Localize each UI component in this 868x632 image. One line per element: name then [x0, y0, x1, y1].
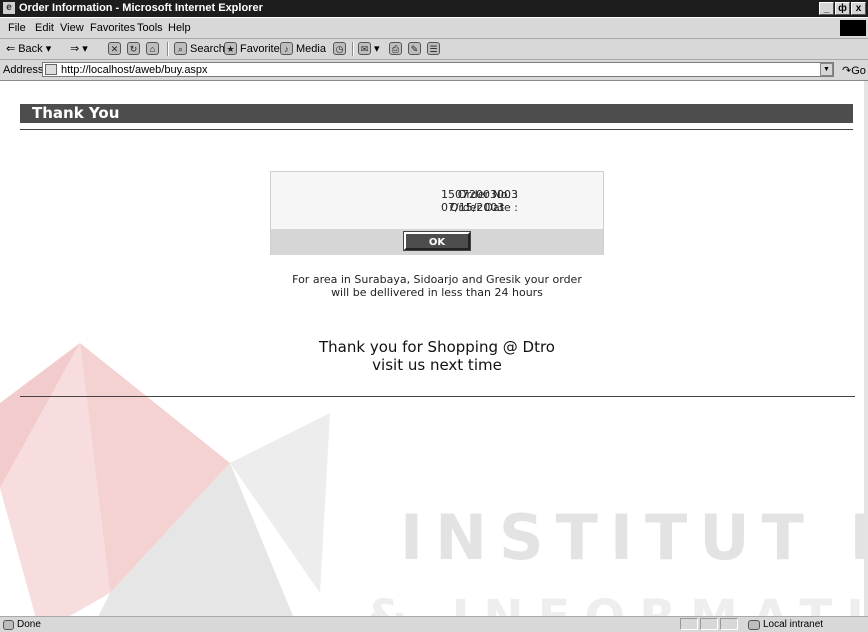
close-button[interactable]: x — [851, 2, 866, 15]
security-zone: Local intranet — [748, 619, 823, 630]
back-button[interactable]: ⇐ Back ▾ — [6, 42, 52, 56]
header-divider — [20, 129, 853, 130]
address-dropdown-icon[interactable]: ▼ — [820, 63, 833, 76]
media-label: Media — [296, 42, 326, 55]
back-dropdown-icon: ▾ — [45, 43, 52, 55]
forward-arrow-icon: ⇒ — [70, 43, 80, 55]
discuss-button[interactable]: ☰ — [427, 42, 440, 55]
address-input[interactable]: http://localhost/aweb/buy.aspx — [42, 62, 834, 77]
address-bar: Address http://localhost/aweb/buy.aspx ▼… — [0, 60, 868, 81]
ok-button[interactable]: OK — [403, 231, 471, 251]
page-icon — [45, 64, 57, 75]
go-label: Go — [851, 65, 866, 77]
minimize-button[interactable]: _ — [819, 2, 834, 15]
delivery-note: For area in Surabaya, Sidoarjo and Gresi… — [0, 273, 868, 299]
back-arrow-icon: ⇐ — [6, 43, 16, 55]
refresh-icon: ↻ — [127, 42, 140, 55]
zone-label: Local intranet — [763, 619, 824, 630]
status-bar: Done Local intranet — [0, 616, 868, 632]
media-icon: ♪ — [280, 42, 293, 55]
menu-edit[interactable]: Edit — [35, 22, 54, 34]
print-button[interactable]: ⎙ — [389, 42, 402, 55]
watermark-text: INSTITUT BISNIS — [400, 501, 868, 574]
vertical-scrollbar[interactable] — [864, 81, 868, 616]
order-panel: Order No. : 15072003003 Order Date : 07/… — [270, 171, 604, 255]
home-icon: ⌂ — [146, 42, 159, 55]
windows-logo-icon — [840, 20, 866, 36]
forward-dropdown-icon: ▾ — [82, 43, 88, 55]
status-pane — [720, 618, 738, 630]
status-pane — [680, 618, 698, 630]
footer-divider — [20, 396, 855, 397]
toolbar-separator — [167, 42, 169, 56]
window-titlebar: e Order Information - Microsoft Internet… — [0, 0, 868, 17]
mail-dropdown-icon: ▾ — [374, 43, 380, 55]
status-done: Done — [3, 619, 41, 630]
back-label: Back — [18, 42, 43, 55]
go-arrow-icon: ↷ — [842, 65, 852, 77]
ie-icon: e — [3, 2, 15, 14]
menu-tools[interactable]: Tools — [137, 22, 163, 34]
thank-you-message: Thank you for Shopping @ Dtro visit us n… — [0, 338, 868, 374]
search-label: Search — [190, 42, 225, 55]
maximize-button[interactable]: ф — [835, 2, 850, 15]
toolbar-separator — [352, 42, 354, 56]
edit-button[interactable]: ✎ — [408, 42, 421, 55]
window-title: Order Information - Microsoft Internet E… — [19, 2, 263, 14]
address-url: http://localhost/aweb/buy.aspx — [61, 63, 208, 76]
delivery-line-2: will be dellivered in less than 24 hours — [331, 286, 543, 299]
menu-file[interactable]: File — [8, 22, 26, 34]
history-icon: ◷ — [333, 42, 346, 55]
go-button[interactable]: ↷Go — [842, 64, 866, 77]
discuss-icon: ☰ — [427, 42, 440, 55]
stop-button[interactable]: ✕ — [108, 42, 121, 55]
button-row: OK — [271, 229, 603, 255]
print-icon: ⎙ — [389, 42, 402, 55]
favorites-button[interactable]: ★ Favorites — [224, 42, 285, 55]
thanks-line-2: visit us next time — [372, 356, 502, 374]
order-no-value: 15072003003 — [441, 188, 518, 201]
intranet-icon — [748, 619, 760, 630]
standard-toolbar: ⇐ Back ▾ ⇒ ▾ ✕ ↻ ⌂ ⌕ Search ★ Favorites … — [0, 39, 868, 60]
address-label: Address — [3, 64, 44, 76]
refresh-button[interactable]: ↻ — [127, 42, 140, 55]
page-content: INSTITUT BISNIS & INFORMATIKA Thank You … — [0, 81, 868, 616]
page-done-icon — [3, 619, 14, 630]
watermark-text-secondary: & INFORMATIKA — [365, 590, 868, 616]
search-icon: ⌕ — [174, 42, 187, 55]
delivery-line-1: For area in Surabaya, Sidoarjo and Gresi… — [292, 273, 582, 286]
order-no-row: Order No. : 15072003003 — [271, 188, 603, 201]
order-date-value: 07/15/2003 — [441, 201, 505, 214]
favorites-icon: ★ — [224, 42, 237, 55]
menu-favorites[interactable]: Favorites — [90, 22, 135, 34]
media-button[interactable]: ♪ Media — [280, 42, 326, 55]
order-date-row: Order Date : 07/15/2003 — [271, 201, 603, 214]
edit-icon: ✎ — [408, 42, 421, 55]
home-button[interactable]: ⌂ — [146, 42, 159, 55]
window-controls: _ ф x — [819, 2, 866, 15]
status-pane — [700, 618, 718, 630]
mail-icon: ✉ — [358, 42, 371, 55]
menu-view[interactable]: View — [60, 22, 84, 34]
thanks-line-1: Thank you for Shopping @ Dtro — [319, 338, 555, 356]
order-info: Order No. : 15072003003 Order Date : 07/… — [271, 188, 603, 214]
watermark-logo-icon — [0, 343, 330, 616]
forward-button[interactable]: ⇒ ▾ — [70, 42, 88, 55]
history-button[interactable]: ◷ — [333, 42, 346, 55]
stop-icon: ✕ — [108, 42, 121, 55]
search-button[interactable]: ⌕ Search — [174, 42, 225, 55]
status-text: Done — [17, 619, 41, 630]
favorites-label: Favorites — [240, 42, 286, 55]
page-title: Thank You — [20, 104, 853, 123]
mail-button[interactable]: ✉ ▾ — [358, 42, 380, 55]
menu-bar: File Edit View Favorites Tools Help — [0, 18, 868, 39]
menu-help[interactable]: Help — [168, 22, 191, 34]
